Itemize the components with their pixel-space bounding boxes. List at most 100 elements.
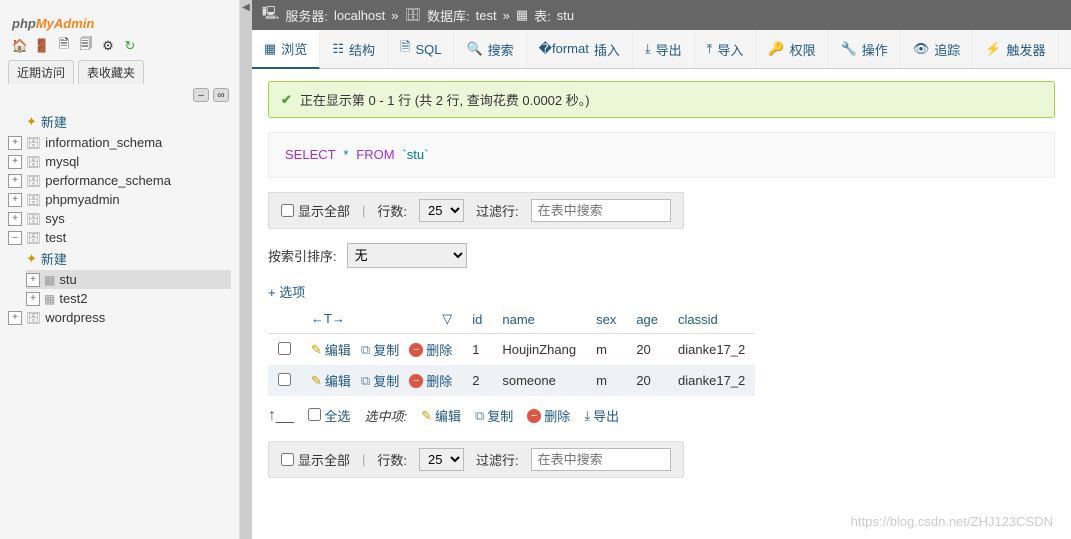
export-icon: ⤓ (645, 41, 651, 57)
tab-search[interactable]: 🔍搜索 (454, 30, 526, 68)
controls-top: 显示全部 | 行数: 25 过滤行: (268, 192, 684, 229)
filter-input[interactable] (531, 199, 671, 222)
db-phpmyadmin[interactable]: +🗄phpmyadmin (8, 190, 231, 209)
tab-triggers[interactable]: ⚡触发器 (973, 30, 1058, 68)
quick-icons: 🏠 🚪 🗎 🗐 ⚙ ↻ (0, 36, 239, 60)
table-icon: ▦ (44, 273, 55, 287)
tab-browse[interactable]: ▦浏览 (252, 30, 320, 69)
tab-sql[interactable]: 🗎SQL (388, 30, 454, 68)
tbl-label: 表: (534, 6, 551, 25)
select-all-link[interactable]: 全选 (324, 409, 350, 424)
gear-icon[interactable]: ⚙ (100, 38, 116, 54)
database-icon: 🗄 (26, 231, 41, 245)
rows-select-bottom[interactable]: 25 (419, 448, 464, 471)
db-sys[interactable]: +🗄sys (8, 209, 231, 228)
copy-icon: ⧉ (361, 342, 370, 358)
insert-icon: �format (539, 41, 589, 57)
server-label: 服务器: (285, 6, 328, 25)
with-selected-label: 选中项: (364, 406, 407, 425)
triggers-icon: ⚡ (985, 41, 1001, 57)
table-stu[interactable]: +▦stu (26, 270, 231, 289)
tab-operations[interactable]: 🔧操作 (829, 30, 901, 68)
logo[interactable]: phpMyAdmin (0, 0, 239, 36)
delete-button[interactable]: –删除 (409, 371, 452, 390)
copy-button[interactable]: ⧉复制 (361, 371, 399, 390)
docs-icon[interactable]: 🗐 (78, 38, 94, 54)
top-menu: ▦浏览 ☷结构 🗎SQL 🔍搜索 �format插入 ⤓导出 ⤒导入 🔑权限 🔧… (252, 30, 1071, 69)
database-icon: 🗄 (26, 193, 41, 207)
bulk-edit[interactable]: ✎编辑 (421, 406, 461, 425)
tab-structure[interactable]: ☷结构 (320, 30, 388, 68)
search-icon: 🔍 (466, 41, 482, 57)
results-table: ←T→ ▽ id name sex age classid ✎编辑 ⧉复制 –删… (268, 305, 755, 396)
new-table[interactable]: ✦新建 (26, 247, 231, 270)
breadcrumb: 🖳 服务器: localhost » 🗄 数据库: test » ▦ 表: st… (252, 0, 1071, 30)
tracking-icon: 👁 (913, 41, 930, 57)
show-all-checkbox[interactable] (281, 204, 294, 217)
table-test2[interactable]: +▦test2 (26, 289, 231, 308)
database-icon: 🗄 (26, 212, 41, 226)
col-actions[interactable]: ←T→ ▽ (301, 305, 462, 334)
collapse-sidebar[interactable]: ◀ (240, 0, 252, 539)
structure-icon: ☷ (332, 41, 344, 57)
delete-icon: – (409, 374, 423, 388)
copy-icon: ⧉ (361, 373, 370, 389)
tab-tracking[interactable]: 👁追踪 (901, 30, 974, 68)
options-toggle[interactable]: + 选项 (268, 282, 1055, 301)
show-all-checkbox-bottom[interactable] (281, 453, 294, 466)
operations-icon: 🔧 (841, 41, 857, 57)
pencil-icon: ✎ (311, 373, 322, 389)
breadcrumb-server[interactable]: localhost (334, 8, 385, 23)
sql-icon: 🗎 (400, 38, 410, 60)
home-icon[interactable]: 🏠 (12, 38, 28, 54)
bulk-export[interactable]: ⤓导出 (584, 406, 619, 425)
query-icon[interactable]: 🗎 (56, 38, 72, 54)
db-mysql[interactable]: +🗄mysql (8, 152, 231, 171)
edit-button[interactable]: ✎编辑 (311, 371, 351, 390)
link-icon[interactable]: ∞ (213, 88, 229, 102)
breadcrumb-db[interactable]: test (476, 8, 497, 23)
db-performance-schema[interactable]: +🗄performance_schema (8, 171, 231, 190)
new-db[interactable]: ✦新建 (8, 110, 231, 133)
logout-icon[interactable]: 🚪 (34, 38, 50, 54)
sort-select[interactable]: 无 (347, 243, 467, 268)
col-id[interactable]: id (462, 305, 492, 334)
col-age[interactable]: age (626, 305, 668, 334)
controls-bottom: 显示全部 | 行数: 25 过滤行: (268, 441, 684, 478)
select-all-checkbox[interactable] (308, 408, 321, 421)
copy-icon: ⧉ (475, 408, 484, 424)
tab-insert[interactable]: �format插入 (527, 30, 633, 68)
breadcrumb-table[interactable]: stu (557, 8, 574, 23)
sort-label: 按索引排序: (268, 246, 337, 265)
col-sex[interactable]: sex (586, 305, 626, 334)
tab-favorites[interactable]: 表收藏夹 (78, 60, 144, 84)
db-test[interactable]: –🗄test (8, 228, 231, 247)
filter-input-bottom[interactable] (531, 448, 671, 471)
rows-select[interactable]: 25 (419, 199, 464, 222)
col-name[interactable]: name (492, 305, 586, 334)
db-label: 数据库: (427, 6, 470, 25)
check-icon: ✔ (281, 92, 292, 108)
collapse-all-icon[interactable]: – (193, 88, 209, 102)
tab-import[interactable]: ⤒导入 (695, 30, 757, 68)
copy-button[interactable]: ⧉复制 (361, 340, 399, 359)
tab-recent[interactable]: 近期访问 (8, 60, 74, 84)
db-wordpress[interactable]: +🗄wordpress (8, 308, 231, 327)
col-classid[interactable]: classid (668, 305, 755, 334)
database-icon: 🗄 (26, 311, 41, 325)
bulk-actions: ↑__ 全选 选中项: ✎编辑 ⧉复制 –删除 ⤓导出 (268, 406, 1055, 425)
database-icon: 🗄 (26, 155, 41, 169)
row-checkbox[interactable] (278, 373, 291, 386)
row-checkbox[interactable] (278, 342, 291, 355)
reload-icon[interactable]: ↻ (122, 38, 138, 54)
watermark: https://blog.csdn.net/ZHJ123CSDN (851, 514, 1053, 529)
db-information-schema[interactable]: +🗄information_schema (8, 133, 231, 152)
edit-button[interactable]: ✎编辑 (311, 340, 351, 359)
bulk-copy[interactable]: ⧉复制 (475, 406, 513, 425)
bulk-delete[interactable]: –删除 (527, 406, 570, 425)
delete-button[interactable]: –删除 (409, 340, 452, 359)
tab-privileges[interactable]: 🔑权限 (756, 30, 828, 68)
success-message: ✔ 正在显示第 0 - 1 行 (共 2 行, 查询花费 0.0002 秒。) (268, 81, 1055, 118)
tab-export[interactable]: ⤓导出 (633, 30, 695, 68)
server-icon: 🖳 (262, 4, 279, 26)
